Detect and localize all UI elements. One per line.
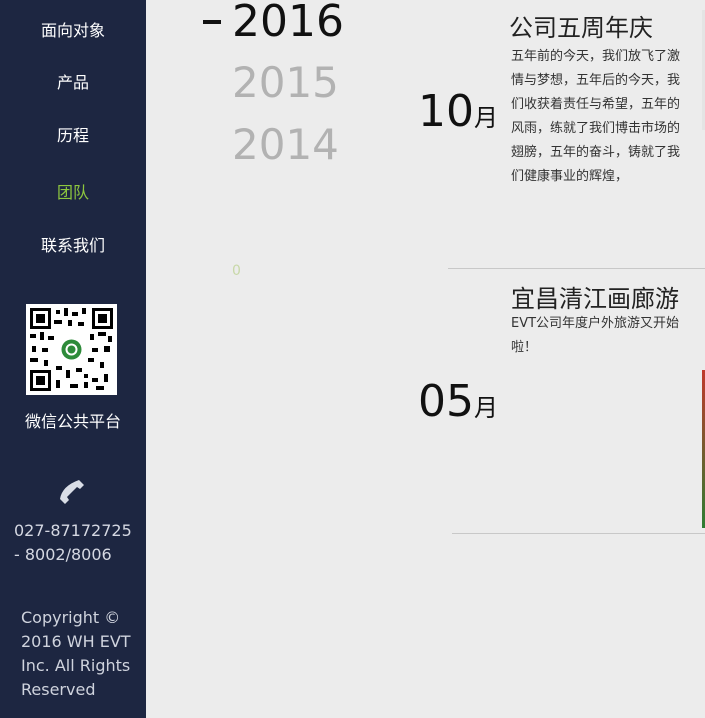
nav-item-history[interactable]: 历程 <box>0 122 146 146</box>
entry-body-line: 风雨，练就了我们博击市场的 <box>511 121 681 136</box>
month-unit: 月 <box>474 394 498 422</box>
year-2016[interactable]: 2016 <box>232 0 344 47</box>
copyright-line-2: 2016 WH EVT <box>21 632 131 651</box>
nav-item-products[interactable]: 产品 <box>0 69 146 93</box>
copyright-line-3: Inc. All Rights <box>21 656 131 675</box>
wechat-label: 微信公共平台 <box>24 412 121 431</box>
entry-title[interactable]: 宜昌清江画廊游 <box>511 279 679 314</box>
month-unit: 月 <box>474 104 498 132</box>
year-2014[interactable]: 2014 <box>232 120 339 169</box>
qr-code-icon <box>26 304 117 395</box>
copyright-line-4: Reserved <box>21 680 96 699</box>
month-number: 10 <box>418 86 474 137</box>
sidebar: 面向对象 产品 历程 团队 联系我们 微信公共平台 027-87172725 -… <box>0 0 146 718</box>
phone-line-1: 027-87172725 <box>14 521 132 540</box>
year-2015[interactable]: 2015 <box>232 58 339 107</box>
nav-item-contact[interactable]: 联系我们 <box>0 232 146 256</box>
month-label: 10月 <box>418 86 498 137</box>
divider <box>452 533 705 534</box>
entry-body-line: 啦！ <box>511 340 538 355</box>
current-year-marker <box>203 20 221 24</box>
entry-title[interactable]: 公司五周年庆 <box>509 8 653 43</box>
entry-body-line: 们健康事业的辉煌， <box>511 169 629 184</box>
entry-body-line: 五年前的今天，我们放飞了激 <box>511 49 681 64</box>
month-number: 05 <box>418 376 474 427</box>
phone-number: 027-87172725 - 8002/8006 <box>14 519 142 567</box>
entry-body-line: 情与梦想，五年后的今天，我 <box>511 73 681 88</box>
entry-body-line: 翅膀，五年的奋斗，铸就了我 <box>511 145 681 160</box>
copyright-line-1: Copyright © <box>21 608 121 627</box>
entry-body-line: EVT公司年度户外旅游又开始 <box>511 316 680 331</box>
nav-item-objects[interactable]: 面向对象 <box>0 17 146 41</box>
entry-body: 五年前的今天，我们放飞了激 情与梦想，五年后的今天，我 们收获着责任与希望，五年… <box>511 45 691 189</box>
phone-line-2: - 8002/8006 <box>14 545 112 564</box>
nav-item-team[interactable]: 团队 <box>0 179 146 203</box>
entry-body: EVT公司年度户外旅游又开始 啦！ <box>511 312 691 360</box>
copyright: Copyright © 2016 WH EVT Inc. All Rights … <box>21 606 141 702</box>
divider <box>448 268 705 269</box>
entry-body-line: 们收获着责任与希望，五年的 <box>511 97 681 112</box>
phone-icon <box>57 477 87 507</box>
month-label: 05月 <box>418 376 498 427</box>
counter: 0 <box>232 263 241 279</box>
